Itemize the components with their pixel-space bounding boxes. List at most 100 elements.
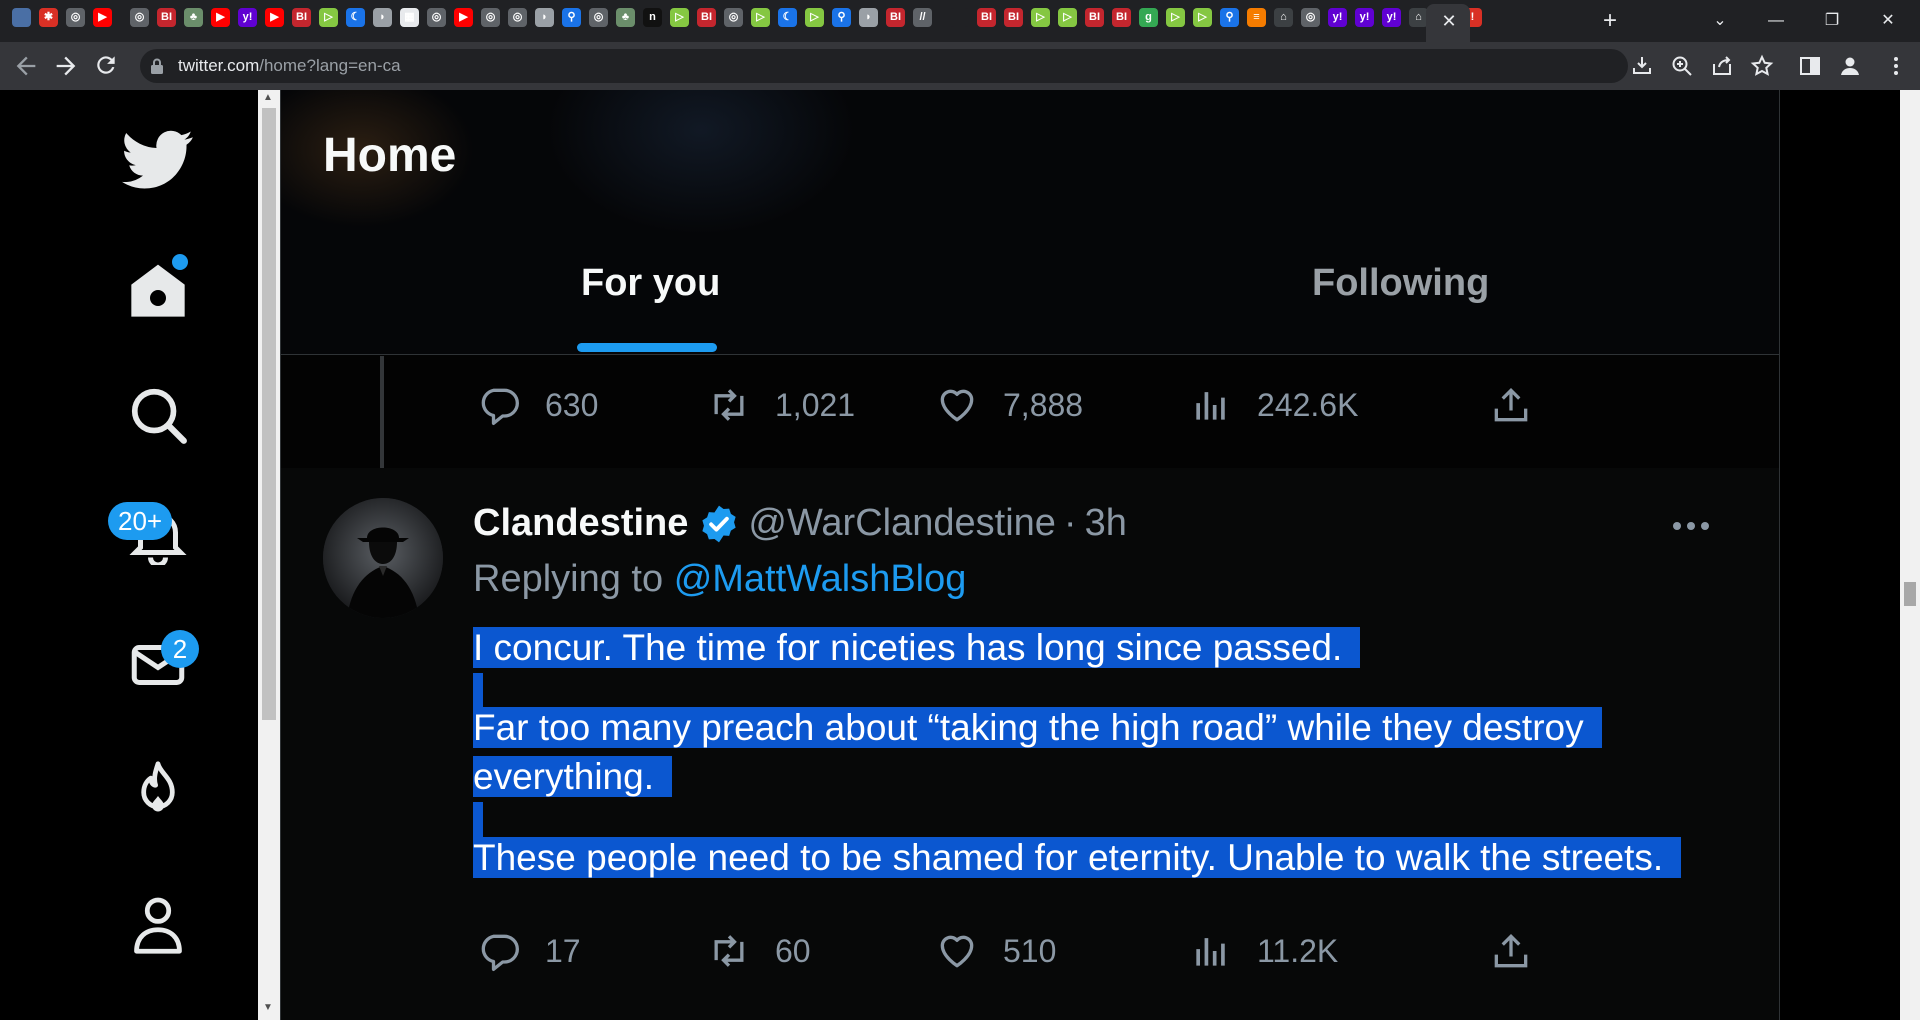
tree-favicon-icon[interactable]: ♣ [184, 8, 203, 27]
page-scrollbar[interactable] [1900, 90, 1920, 1020]
zoom-icon[interactable] [1670, 54, 1694, 78]
reply-button[interactable]: 17 [477, 926, 581, 976]
tab-search-chevron-icon[interactable]: ⌄ [1700, 6, 1740, 36]
avatar[interactable] [323, 498, 443, 618]
rumble-favicon-icon[interactable]: ▷ [805, 8, 824, 27]
author-handle[interactable]: @WarClandestine [748, 502, 1056, 545]
map-favicon-icon[interactable]: ▦ [400, 8, 419, 27]
slash-favicon-icon[interactable]: // [913, 8, 932, 27]
yahoo-favicon-icon[interactable]: y! [1328, 8, 1347, 27]
install-app-icon[interactable] [1630, 54, 1654, 78]
tweet[interactable]: Clandestine @WarClandestine · 3h Replyin… [281, 468, 1779, 1020]
generic-favicon-icon[interactable]: ✱ [39, 8, 58, 27]
profile-icon[interactable] [1838, 54, 1862, 78]
rumble-favicon-icon[interactable]: ▷ [1031, 8, 1050, 27]
search-favicon-icon[interactable]: ⚲ [1220, 8, 1239, 27]
rumble-favicon-icon[interactable]: ▷ [1193, 8, 1212, 27]
rumble-favicon-icon[interactable]: ▷ [751, 8, 770, 27]
business-insider-favicon-icon[interactable]: BI [1112, 8, 1131, 27]
blank-favicon-icon[interactable] [950, 8, 969, 27]
yahoo-favicon-icon[interactable]: y! [1382, 8, 1401, 27]
moon-favicon-icon[interactable]: ☾ [346, 8, 365, 27]
rumble-favicon-icon[interactable]: ▷ [1058, 8, 1077, 27]
chrome-favicon-icon[interactable]: ◎ [724, 8, 743, 27]
scroll-down-arrow-icon[interactable]: ▼ [263, 1002, 273, 1013]
views-button[interactable]: 242.6K [1189, 380, 1358, 430]
search-favicon-icon[interactable]: ⚲ [832, 8, 851, 27]
retweet-button[interactable]: 1,021 [707, 380, 855, 430]
page-scrollbar-thumb[interactable] [1904, 582, 1916, 606]
chrome-favicon-icon[interactable]: ◎ [508, 8, 527, 27]
tab-following[interactable]: Following [1312, 262, 1489, 305]
share-button[interactable] [1489, 380, 1557, 430]
reply-button[interactable]: 630 [477, 380, 598, 430]
forward-button[interactable] [52, 52, 80, 80]
youtube-favicon-icon[interactable]: ▶ [211, 8, 230, 27]
chrome-favicon-icon[interactable]: ◎ [66, 8, 85, 27]
url-text[interactable]: twitter.com/home?lang=en-ca [178, 56, 401, 76]
g-favicon-icon[interactable]: g [1139, 8, 1158, 27]
nav-profile[interactable] [118, 885, 198, 965]
rumble-favicon-icon[interactable]: ▷ [670, 8, 689, 27]
business-insider-favicon-icon[interactable]: BI [977, 8, 996, 27]
rumble-favicon-icon[interactable]: ▷ [1166, 8, 1185, 27]
search-favicon-icon[interactable]: ⚲ [562, 8, 581, 27]
chrome-favicon-icon[interactable]: ◎ [130, 8, 149, 27]
flag-favicon-icon[interactable]: ≡ [1247, 8, 1266, 27]
yahoo-favicon-icon[interactable]: y! [238, 8, 257, 27]
business-insider-favicon-icon[interactable]: BI [292, 8, 311, 27]
nav-trending[interactable] [118, 750, 198, 830]
yahoo-favicon-icon[interactable]: y! [1355, 8, 1374, 27]
verified-badge-icon[interactable] [698, 503, 740, 545]
more-options-icon[interactable] [1669, 516, 1713, 536]
page-title: Home [323, 129, 457, 182]
chrome-favicon-icon[interactable]: ◎ [427, 8, 446, 27]
restore-button[interactable]: ❐ [1812, 6, 1852, 36]
hat-favicon-icon[interactable]: ⌂ [1274, 8, 1293, 27]
tree-favicon-icon[interactable]: ♣ [616, 8, 635, 27]
tab-close-icon[interactable]: ✕ [1438, 10, 1460, 32]
moon-favicon-icon[interactable]: ☾ [778, 8, 797, 27]
audio-favicon-icon[interactable]: ◗ [859, 8, 878, 27]
youtube-favicon-icon[interactable]: ▶ [93, 8, 112, 27]
audio-favicon-icon[interactable]: ◗ [535, 8, 554, 27]
like-button[interactable]: 7,888 [935, 380, 1083, 430]
views-button[interactable]: 11.2K [1189, 926, 1338, 976]
reload-button[interactable] [93, 52, 121, 80]
share-icon[interactable] [1710, 54, 1734, 78]
close-window-button[interactable]: ✕ [1868, 6, 1908, 36]
youtube-favicon-icon[interactable]: ▶ [454, 8, 473, 27]
chrome-favicon-icon[interactable]: ◎ [481, 8, 500, 27]
tweet-timestamp[interactable]: 3h [1085, 502, 1127, 545]
business-insider-favicon-icon[interactable]: BI [697, 8, 716, 27]
minimize-button[interactable]: — [1756, 6, 1796, 36]
share-button[interactable] [1489, 926, 1557, 976]
business-insider-favicon-icon[interactable]: BI [157, 8, 176, 27]
tab-for-you[interactable]: For you [581, 262, 720, 305]
lock-icon[interactable] [150, 58, 164, 74]
audio-favicon-icon[interactable]: ◗ [373, 8, 392, 27]
browser-menu-icon[interactable] [1884, 54, 1908, 78]
sidebar-scrollbar-thumb[interactable] [262, 108, 276, 720]
business-insider-favicon-icon[interactable]: BI [1085, 8, 1104, 27]
youtube-favicon-icon[interactable]: ▶ [265, 8, 284, 27]
retweet-button[interactable]: 60 [707, 926, 811, 976]
like-button[interactable]: 510 [935, 926, 1056, 976]
author-name[interactable]: Clandestine [473, 502, 688, 545]
n-favicon-icon[interactable]: n [643, 8, 662, 27]
twitter-logo-link[interactable] [118, 120, 198, 200]
business-insider-favicon-icon[interactable]: BI [1004, 8, 1023, 27]
nav-explore[interactable] [118, 375, 198, 455]
chrome-favicon-icon[interactable]: ◎ [1301, 8, 1320, 27]
globe-favicon-icon[interactable] [12, 8, 31, 27]
rumble-favicon-icon[interactable]: ▷ [319, 8, 338, 27]
new-tab-button[interactable]: + [1596, 8, 1624, 36]
upload-share-icon [1494, 933, 1528, 968]
scroll-up-arrow-icon[interactable]: ▲ [263, 92, 273, 103]
back-button[interactable] [12, 52, 40, 80]
bookmark-star-icon[interactable] [1750, 54, 1774, 78]
business-insider-favicon-icon[interactable]: BI [886, 8, 905, 27]
replying-to-handle[interactable]: @MattWalshBlog [674, 558, 967, 600]
side-panel-icon[interactable] [1798, 54, 1822, 78]
chrome-favicon-icon[interactable]: ◎ [589, 8, 608, 27]
